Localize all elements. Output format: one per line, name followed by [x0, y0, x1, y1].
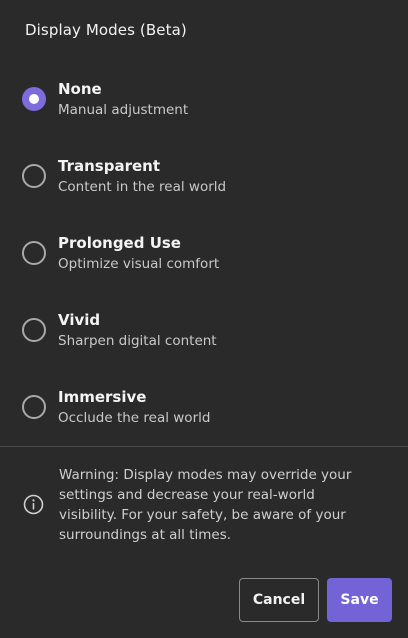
option-description: Manual adjustment: [58, 102, 189, 118]
option-label: Vivid: [58, 311, 101, 329]
display-modes-panel: Display Modes (Beta) None Manual adjustm…: [0, 0, 408, 638]
option-none[interactable]: None Manual adjustment: [0, 60, 408, 130]
option-prolonged-use[interactable]: Prolonged Use Optimize visual comfort: [0, 214, 408, 284]
option-label: Immersive: [58, 388, 147, 406]
radio-button[interactable]: [22, 395, 46, 419]
panel-title: Display Modes (Beta): [25, 21, 187, 39]
radio-button[interactable]: [22, 87, 46, 111]
option-description: Content in the real world: [58, 179, 227, 195]
info-icon: [23, 494, 44, 515]
save-button[interactable]: Save: [327, 578, 392, 622]
warning-text: Warning: Display modes may override your…: [59, 467, 352, 543]
radio-button[interactable]: [22, 164, 46, 188]
radio-button[interactable]: [22, 318, 46, 342]
option-description: Occlude the real world: [58, 410, 211, 426]
option-label: Transparent: [58, 157, 160, 175]
option-description: Optimize visual comfort: [58, 256, 220, 272]
option-transparent[interactable]: Transparent Content in the real world: [0, 137, 408, 207]
option-vivid[interactable]: Vivid Sharpen digital content: [0, 291, 408, 361]
divider: [0, 446, 408, 447]
radio-button[interactable]: [22, 241, 46, 265]
option-description: Sharpen digital content: [58, 333, 217, 349]
option-label: Prolonged Use: [58, 234, 181, 252]
option-immersive[interactable]: Immersive Occlude the real world: [0, 368, 408, 438]
option-label: None: [58, 80, 102, 98]
cancel-button[interactable]: Cancel: [239, 578, 319, 622]
